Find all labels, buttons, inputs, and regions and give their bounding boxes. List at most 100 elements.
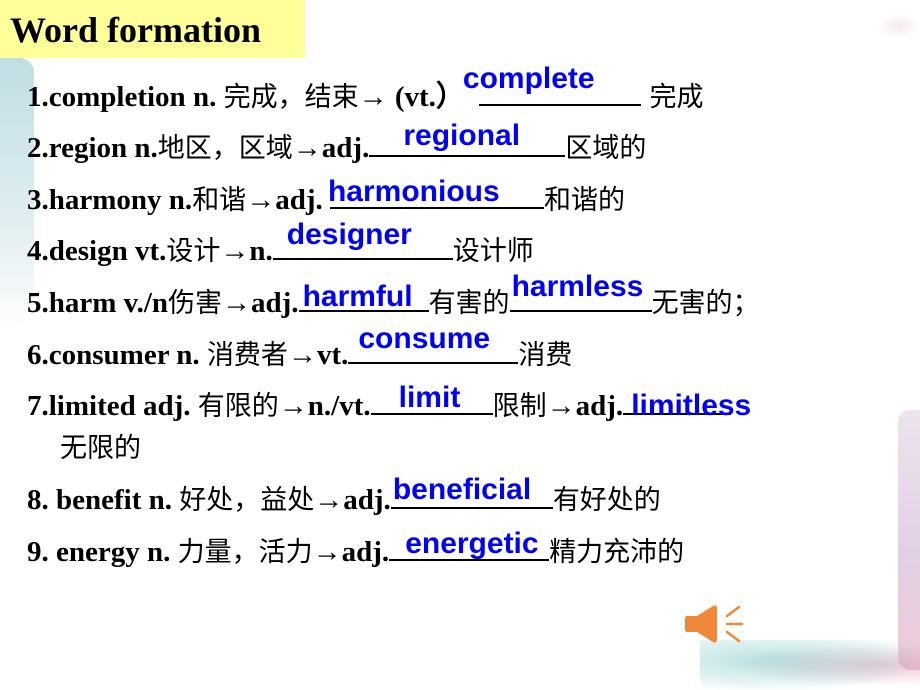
word-item-5: 5.harm v./n伤害→adj. harmful 有害的 harmless 无害的； — [27, 270, 760, 321]
part-of-speech: n. — [169, 339, 207, 371]
slide-title: Word formation — [10, 10, 261, 50]
answer-blank[interactable]: consume — [348, 322, 519, 364]
arrow: → — [292, 132, 322, 164]
base-word: design — [48, 235, 128, 267]
meaning: 完成，结束 — [223, 82, 359, 113]
word-item-8: 8. benefit n. 好处，益处→adj. beneficial 有好处的 — [27, 473, 661, 518]
item-number: 8. — [27, 484, 56, 516]
item-number: 4. — [27, 235, 49, 267]
part-of-speech: n. — [139, 536, 178, 568]
answer-text: consume — [358, 322, 491, 355]
answer-text-2: harmless — [511, 270, 644, 303]
arrow: → — [312, 536, 342, 568]
target-pos: adj. — [251, 287, 299, 319]
word-item-9: 9. energy n. 力量，活力→adj. energetic 精力充沛的 — [27, 527, 685, 570]
meaning: 设计 — [166, 236, 221, 267]
item-number: 3. — [27, 184, 49, 216]
meaning: 有限的 — [197, 391, 279, 422]
target-meaning: 完成 — [640, 82, 704, 113]
watercolor-decoration-top — [878, 14, 920, 38]
base-word: harmony — [48, 184, 162, 216]
answer-blank[interactable]: designer — [272, 218, 453, 260]
meaning: 和谐 — [192, 185, 247, 216]
target-pos: n. — [249, 235, 273, 267]
word-item-7-continuation: 无限的 — [60, 431, 141, 466]
target-pos: adj. — [341, 536, 390, 568]
base-word: limited — [48, 390, 136, 422]
arrow: → — [278, 390, 308, 422]
arrow: → — [246, 184, 276, 216]
base-word: region — [48, 132, 128, 164]
target-pos: (vt.） — [394, 81, 465, 113]
arrow: → — [314, 484, 344, 516]
base-word: energy — [56, 536, 140, 568]
target-meaning: 设计师 — [452, 236, 534, 267]
part-of-speech: adj. — [135, 390, 198, 422]
watercolor-decoration-right — [898, 410, 920, 670]
word-item-2: 2.region n.地区，区域→adj. regional 区域的 — [27, 119, 647, 166]
answer-text: energetic — [405, 527, 539, 560]
target-pos: adj. — [275, 184, 330, 216]
target-pos-2: adj. — [575, 390, 624, 422]
watercolor-decoration-bottom — [700, 640, 920, 690]
target-pos: adj. — [321, 132, 370, 164]
target-meaning-2: 无限的 — [60, 433, 141, 464]
target-meaning: 精力充沛的 — [549, 537, 685, 568]
target-meaning: 有好处的 — [552, 485, 661, 516]
base-word: consumer — [48, 339, 170, 371]
item-number: 6. — [27, 339, 49, 371]
word-item-4: 4.design vt.设计→n. designer 设计师 — [27, 218, 534, 269]
part-of-speech: vt. — [127, 235, 167, 267]
answer-blank[interactable]: beneficial — [390, 473, 553, 509]
arrow: → — [222, 287, 252, 319]
target-meaning-2: 无害的； — [651, 288, 760, 319]
base-word: completion — [48, 81, 186, 113]
answer-blank[interactable]: harmful — [298, 280, 429, 313]
part-of-speech: n. — [141, 484, 180, 516]
answer-blank[interactable]: complete — [463, 62, 641, 106]
target-pos: vt. — [316, 339, 349, 371]
answer-text: regional — [403, 119, 521, 152]
arrow: → — [358, 81, 395, 113]
target-meaning: 和谐的 — [543, 185, 625, 216]
word-item-1: 1.completion n. 完成，结束→ (vt.） complete 完成 — [27, 62, 704, 115]
base-word: harm — [48, 287, 117, 319]
meaning: 地区，区域 — [157, 133, 293, 164]
answer-blank-2[interactable]: limitless — [623, 387, 751, 422]
target-meaning: 区域的 — [565, 133, 647, 164]
speaker-sound-icon[interactable] — [685, 604, 765, 644]
arrow: → — [287, 339, 317, 371]
part-of-speech: v./n — [116, 287, 169, 319]
answer-text: beneficial — [392, 473, 532, 506]
target-pos: adj. — [343, 484, 391, 516]
word-item-6: 6.consumer n. 消费者→vt. consume 消费 — [27, 322, 573, 373]
answer-blank[interactable]: limit — [370, 381, 493, 415]
part-of-speech: n. — [161, 184, 193, 216]
item-number: 2. — [27, 132, 49, 164]
item-number: 7. — [27, 390, 49, 422]
title-banner: Word formation — [0, 0, 305, 58]
answer-blank[interactable]: energetic — [389, 527, 550, 561]
part-of-speech: n. — [185, 81, 224, 113]
item-number: 9. — [27, 536, 56, 568]
answer-text: harmful — [302, 280, 413, 313]
answer-text: designer — [286, 218, 412, 251]
word-item-7: 7.limited adj. 有限的→n./vt. limit 限制→adj. lim… — [27, 381, 751, 424]
arrow-2: → — [546, 390, 576, 422]
target-meaning: 有害的 — [428, 288, 510, 319]
meaning: 伤害 — [168, 288, 223, 319]
answer-blank[interactable]: regional — [369, 119, 566, 157]
answer-text-2: limitless — [631, 389, 752, 422]
answer-blank-2[interactable]: harmless — [509, 270, 652, 312]
answer-text: limit — [398, 381, 461, 414]
part-of-speech: n. — [127, 132, 158, 164]
item-number: 5. — [27, 287, 49, 319]
target-meaning: 限制 — [492, 391, 547, 422]
meaning: 消费者 — [206, 340, 288, 371]
item-number: 1. — [27, 81, 49, 113]
meaning: 力量，活力 — [177, 537, 313, 568]
answer-text: complete — [462, 62, 595, 95]
answer-blank[interactable]: harmonious — [328, 175, 544, 209]
answer-text: harmonious — [327, 175, 500, 208]
target-meaning: 消费 — [518, 340, 573, 371]
